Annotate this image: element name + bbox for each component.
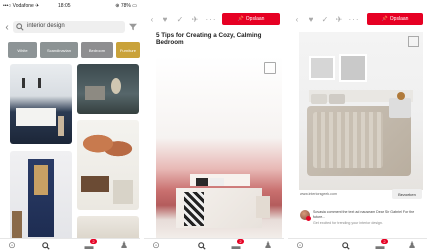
clock-label: 18:05 [58,3,71,9]
white-bedroom-image[interactable] [299,32,423,190]
pin-hallway-blue[interactable] [10,151,72,243]
pin-closeup-screen: ‹ ♥ ✓ ✈ ··· 📌 Opslaan www.interiorsgeek.… [288,0,427,252]
search-icon [16,23,24,31]
bottom-nav: ⊙ ▬ 2 ♟ [288,238,427,252]
pin-world-map-wall[interactable] [77,120,139,210]
nav-home-icon[interactable]: ⊙ [6,240,18,251]
nav-search-icon[interactable] [340,240,352,251]
status-dot [306,216,311,221]
more-options-icon[interactable]: ··· [347,14,361,24]
search-results-screen: •••○ Vodafone ✈ 18:05 ⊕ 78% ▭ ‹ interior… [0,0,140,252]
comment-text: Sovasia comment the text ad nauseam Dear… [313,210,415,219]
back-arrow-icon[interactable]: ‹ [147,14,157,24]
notification-badge: 2 [381,239,388,244]
send-icon[interactable]: ✈ [190,14,200,24]
status-bar: •••○ Vodafone ✈ 18:05 ⊕ 78% ▭ [0,0,140,12]
carrier-label: •••○ Vodafone ✈ [3,3,40,9]
bottom-nav: ⊙ ▬ 2 ♟ [0,238,140,252]
nav-profile-icon[interactable]: ♟ [406,240,418,251]
nav-home-icon[interactable]: ⊙ [294,240,306,251]
nav-search-icon[interactable] [196,240,208,251]
save-button[interactable]: 📌 Opslaan [222,13,280,25]
pin-icon: 📌 [237,16,244,22]
visual-search-icon[interactable] [264,62,276,74]
check-icon[interactable]: ✓ [175,14,185,24]
pin-dark-livingroom[interactable] [77,64,139,114]
guide-chip-bedroom[interactable]: Bedroom [81,42,113,58]
pin-kitchen-navy[interactable] [10,64,72,144]
pin-detail-screen: ‹ ♥ ✓ ✈ ··· 📌 Opslaan 5 Tips for Creatin… [144,0,284,252]
notification-badge: 2 [90,239,97,244]
back-arrow-icon[interactable]: ‹ [2,21,12,33]
guide-chip-white[interactable]: White [8,42,37,58]
comment-subtext: Get excited for trending your interior d… [313,221,383,225]
more-options-icon[interactable]: ··· [204,14,218,24]
check-icon[interactable]: ✓ [320,14,330,24]
nav-home-icon[interactable]: ⊙ [150,240,162,251]
guide-chip-scandinavian[interactable]: Scandinavian [40,42,78,58]
heart-icon[interactable]: ♥ [306,14,316,24]
search-input[interactable]: interior design [13,21,125,33]
heart-icon[interactable]: ♥ [160,14,170,24]
nav-search-icon[interactable] [40,240,52,251]
notification-badge: 2 [237,239,244,244]
visual-search-icon[interactable] [408,36,419,47]
send-icon[interactable]: ✈ [334,14,344,24]
nav-profile-icon[interactable]: ♟ [118,240,130,251]
nav-profile-icon[interactable]: ♟ [262,240,274,251]
back-arrow-icon[interactable]: ‹ [292,14,302,24]
battery-label: ⊕ 78% ▭ [115,3,137,9]
source-link[interactable]: www.interiorsgeek.com [300,192,337,197]
pin-title: 5 Tips for Creating a Cozy, Calming Bedr… [156,32,262,46]
search-query: interior design [27,23,65,29]
save-button[interactable]: 📌 Opslaan [367,13,423,25]
guide-chip-furniture[interactable]: Furniture [116,42,140,58]
visit-button[interactable]: Bezoeken [392,189,422,199]
pin-icon: 📌 [381,16,388,22]
filter-icon[interactable] [128,22,138,32]
bottom-nav: ⊙ ▬ 2 ♟ [144,238,284,252]
bedroom-image[interactable] [156,56,282,238]
